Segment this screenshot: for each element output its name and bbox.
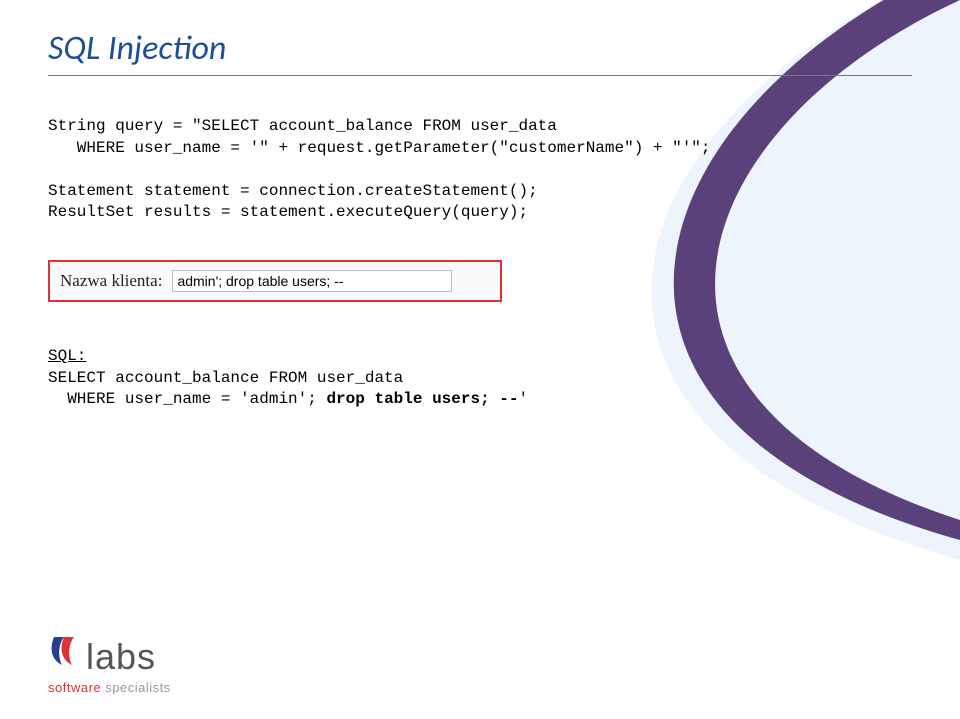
sql-line-1: SELECT account_balance FROM user_data — [48, 369, 403, 387]
logo-mark-icon — [48, 635, 82, 669]
code-line-4: ResultSet results = statement.executeQue… — [48, 203, 528, 221]
slide-title: SQL Injection — [48, 28, 912, 69]
sql-header: SQL: — [48, 347, 86, 365]
sql-line-2-tail: ' — [518, 390, 528, 408]
logo-text: labs — [86, 636, 156, 678]
company-logo: labs software specialists — [48, 635, 171, 695]
resulting-sql: SQL: SELECT account_balance FROM user_da… — [48, 346, 912, 411]
code-line-3: Statement statement = connection.createS… — [48, 182, 538, 200]
code-example: String query = "SELECT account_balance F… — [48, 116, 912, 224]
title-rule — [48, 75, 912, 76]
code-line-1: String query = "SELECT account_balance F… — [48, 117, 557, 135]
customer-name-label: Nazwa klienta: — [60, 271, 162, 290]
logo-tagline: software specialists — [48, 680, 171, 695]
customer-name-input[interactable] — [172, 270, 452, 292]
sql-line-2-bold: drop table users; -- — [326, 390, 518, 408]
code-line-2: WHERE user_name = '" + request.getParame… — [48, 139, 711, 157]
form-example: Nazwa klienta: — [48, 260, 502, 302]
sql-line-2-plain: WHERE user_name = 'admin'; — [48, 390, 326, 408]
